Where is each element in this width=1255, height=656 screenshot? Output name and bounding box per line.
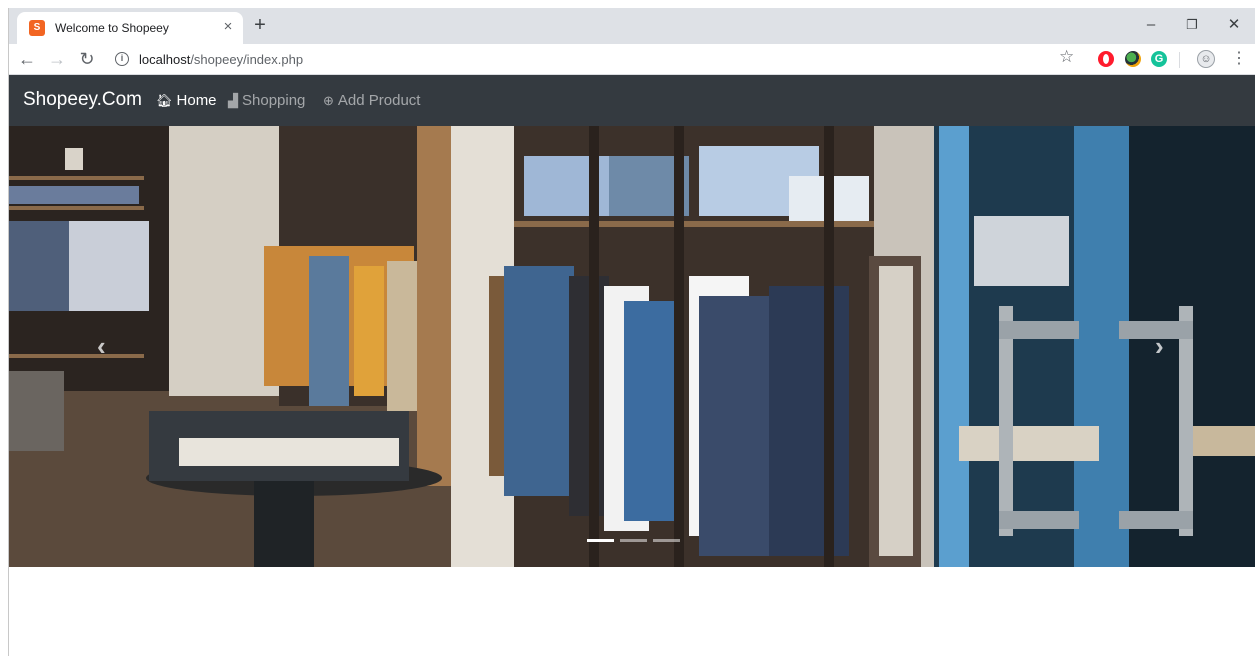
nav-add-product-label: Add Product <box>337 92 421 109</box>
profile-avatar-icon[interactable]: ☺ <box>1197 50 1215 68</box>
new-tab-button[interactable]: + <box>249 15 271 37</box>
restore-button[interactable]: ❐ <box>1177 14 1207 36</box>
nav-shopping-label: Shopping <box>242 92 306 109</box>
nav-shopping-link[interactable]: ▟ Shopping <box>228 92 305 109</box>
carousel-indicator[interactable] <box>620 539 647 542</box>
carousel-indicator[interactable] <box>653 539 680 542</box>
browser-window: S Welcome to Shopeey × + – ❐ ✕ ← → ↻ i l… <box>8 8 1255 656</box>
nav-home-link[interactable]: 🏠︎ Home <box>156 92 217 109</box>
close-window-button[interactable]: ✕ <box>1219 14 1249 36</box>
url-path: /shopeey/index.php <box>190 52 304 67</box>
carousel-indicator[interactable] <box>587 539 614 542</box>
browser-tab[interactable]: S Welcome to Shopeey × <box>17 12 243 44</box>
opera-extension-icon[interactable] <box>1098 51 1114 67</box>
forward-arrow-icon[interactable]: → <box>45 48 69 70</box>
tab-strip: S Welcome to Shopeey × + – ❐ ✕ <box>9 8 1255 44</box>
carousel-slide-image <box>9 126 1255 567</box>
plus-circle-icon: ⊕ <box>323 93 334 108</box>
address-bar[interactable]: i localhost/shopeey/index.php <box>105 47 1070 72</box>
url-host: localhost <box>139 52 191 67</box>
globe-extension-icon[interactable] <box>1125 51 1141 67</box>
bookmark-star-icon[interactable]: ☆ <box>1059 47 1074 67</box>
shopping-bag-icon: ▟ <box>228 93 238 108</box>
nav-add-product-link[interactable]: ⊕ Add Product <box>323 92 420 109</box>
reload-icon[interactable]: ↻ <box>75 48 99 70</box>
toolbar-divider <box>1179 52 1180 68</box>
minimize-button[interactable]: – <box>1136 14 1166 36</box>
site-info-icon[interactable]: i <box>115 52 129 66</box>
site-navbar: Shopeey.Com 🏠︎ Home ▟ Shopping ⊕ Add Produc… <box>9 75 1255 126</box>
browser-toolbar: ← → ↻ i localhost/shopeey/index.php ☆ G … <box>9 44 1255 75</box>
tab-close-icon[interactable]: × <box>219 18 237 36</box>
site-brand[interactable]: Shopeey.Com <box>23 89 142 111</box>
back-arrow-icon[interactable]: ← <box>15 48 39 70</box>
url-text[interactable]: localhost/shopeey/index.php <box>139 52 303 67</box>
hero-carousel: ‹ › <box>9 126 1255 567</box>
carousel-next-icon[interactable]: › <box>1155 331 1164 362</box>
grammarly-extension-icon[interactable]: G <box>1151 51 1167 67</box>
site-favicon-icon: S <box>29 20 45 36</box>
home-icon: 🏠︎ <box>156 93 173 108</box>
tab-title: Welcome to Shopeey <box>55 21 169 35</box>
nav-home-label: Home <box>176 92 217 109</box>
menu-dots-icon[interactable]: ⋮ <box>1231 48 1247 68</box>
carousel-prev-icon[interactable]: ‹ <box>97 331 106 362</box>
